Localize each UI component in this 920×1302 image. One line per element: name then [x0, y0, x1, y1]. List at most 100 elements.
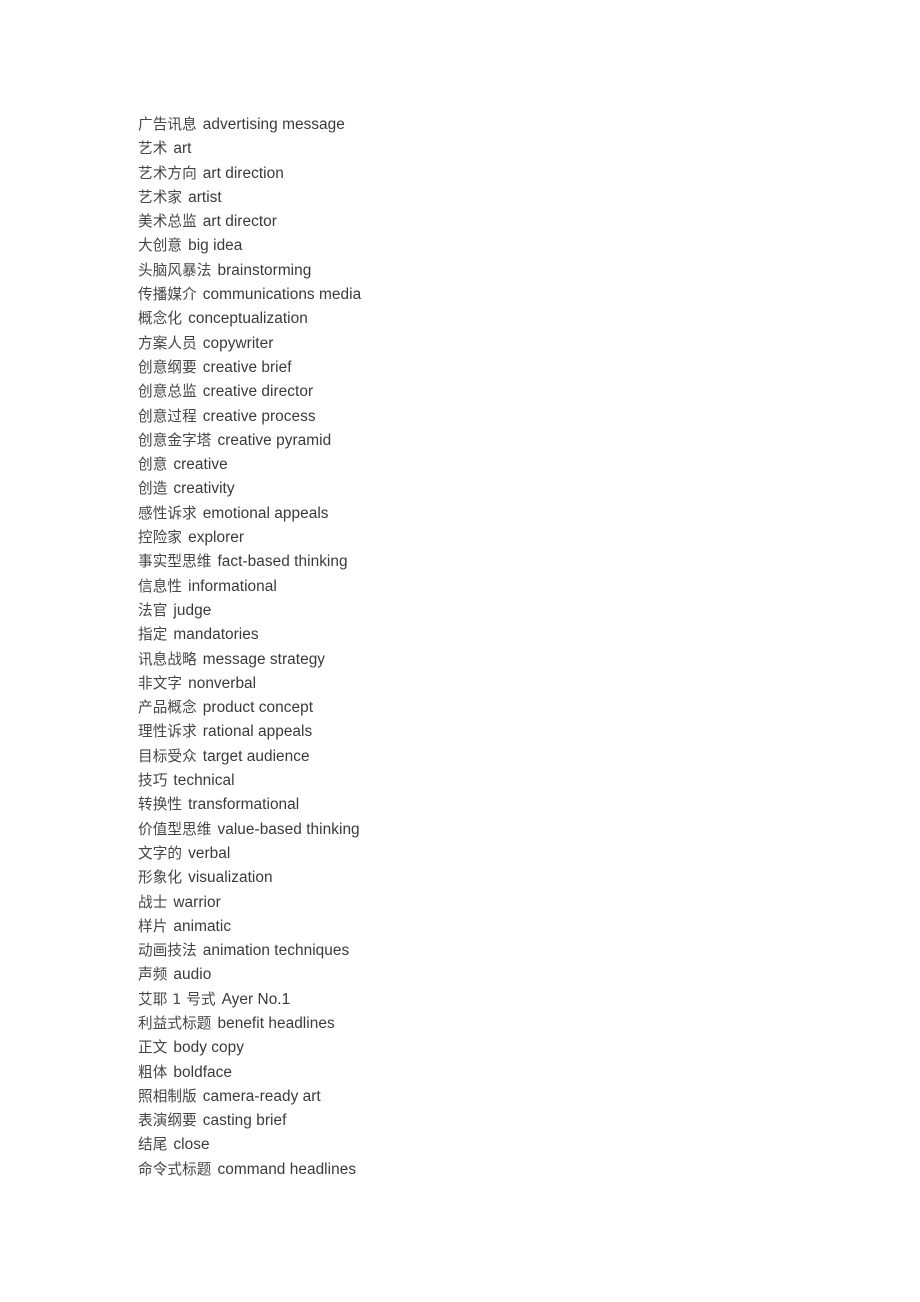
glossary-term-english: advertising message [202, 116, 345, 133]
glossary-entry: 结尾 close [138, 1133, 878, 1157]
glossary-entry: 头脑风暴法 brainstorming [138, 259, 878, 283]
glossary-term-chinese: 创造 [138, 480, 168, 498]
glossary-term-chinese: 目标受众 [138, 747, 197, 765]
glossary-term-english: command headlines [217, 1160, 357, 1178]
glossary-term-chinese: 传播媒介 [138, 286, 197, 304]
glossary-entry: 利益式标题 benefit headlines [138, 1012, 878, 1036]
glossary-term-english: explorer [188, 529, 245, 547]
glossary-term-english: fact-based thinking [217, 553, 348, 571]
glossary-term-chinese: 技巧 [138, 772, 168, 790]
glossary-entry: 价值型思维 value-based thinking [138, 818, 878, 842]
glossary-term-english: boldface [173, 1063, 232, 1081]
glossary-term-english: nonverbal [188, 674, 257, 692]
glossary-term-chinese: 信息性 [138, 577, 183, 595]
document-page: 广告讯息 advertising message 艺术 art 艺术方向 art dire… [0, 0, 920, 1302]
glossary-term-chinese: 讯息战略 [138, 650, 197, 668]
glossary-term-chinese: 艺术方向 [138, 164, 197, 182]
glossary-term-english: body copy [173, 1039, 245, 1057]
glossary-term-english: creative brief [202, 358, 292, 376]
glossary-term-chinese: 艺术家 [138, 188, 183, 206]
glossary-entry: 非文字 nonverbal [138, 672, 878, 696]
glossary-entry: 命令式标题 command headlines [138, 1158, 878, 1182]
glossary-term-english: communications media [202, 286, 362, 304]
glossary-term-chinese: 粗体 [138, 1063, 168, 1081]
glossary-term-chinese: 创意 [138, 456, 168, 474]
glossary-entry: 转换性 transformational [138, 793, 878, 817]
glossary-term-english: creative pyramid [217, 431, 332, 449]
glossary-entry: 动画技法 animation techniques [138, 939, 878, 963]
glossary-term-english: judge [173, 601, 212, 619]
glossary-term-english: animatic [173, 917, 232, 935]
glossary-term-english: product concept [202, 699, 314, 717]
glossary-term-chinese: 创意总监 [138, 383, 197, 401]
glossary-entry: 创造 creativity [138, 477, 878, 501]
glossary-entry: 照相制版 camera-ready art [138, 1085, 878, 1109]
glossary-term-english: benefit headlines [217, 1014, 335, 1032]
glossary-entry: 事实型思维 fact-based thinking [138, 550, 878, 574]
glossary-term-chinese: 正文 [138, 1039, 168, 1057]
glossary-entry: 创意金字塔 creative pyramid [138, 429, 878, 453]
glossary-term-chinese: 形象化 [138, 869, 183, 887]
glossary-term-chinese: 法官 [138, 601, 168, 619]
glossary-term-english: emotional appeals [202, 504, 329, 522]
glossary-term-english: big idea [188, 237, 243, 255]
glossary-entry: 产品概念 product concept [138, 696, 878, 720]
glossary-entry: 声频 audio [138, 963, 878, 987]
glossary-term-chinese: 美术总监 [138, 213, 197, 231]
glossary-term-english: informational [188, 577, 277, 595]
glossary-entry: 广告讯息 advertising message [138, 113, 878, 137]
glossary-term-english: brainstorming [217, 261, 312, 279]
glossary-term-english: creative [173, 456, 228, 474]
glossary-term-chinese: 头脑风暴法 [138, 261, 212, 279]
glossary-term-english: conceptualization [188, 310, 308, 328]
glossary-term-english: art director [202, 213, 277, 231]
glossary-entry: 创意 creative [138, 453, 878, 477]
glossary-term-english: creative process [202, 407, 316, 425]
glossary-term-chinese: 指定 [138, 626, 168, 644]
glossary-term-chinese: 战士 [138, 893, 168, 911]
glossary-entry: 控险家 explorer [138, 526, 878, 550]
glossary-entry: 正文 body copy [138, 1036, 878, 1060]
glossary-entry: 讯息战略 message strategy [138, 648, 878, 672]
glossary-term-chinese: 样片 [138, 917, 168, 935]
glossary-term-english: verbal [188, 844, 231, 862]
glossary-term-english: casting brief [202, 1112, 287, 1130]
glossary-entry: 概念化 conceptualization [138, 307, 878, 331]
glossary-term-chinese: 声频 [138, 966, 168, 984]
glossary-term-english: transformational [188, 796, 300, 814]
glossary-entry: 法官 judge [138, 599, 878, 623]
glossary-term-english: creative director [202, 383, 314, 401]
glossary-entry: 样片 animatic [138, 915, 878, 939]
glossary-entry: 目标受众 target audience [138, 745, 878, 769]
glossary-term-chinese: 产品概念 [138, 699, 197, 717]
glossary-term-english: visualization [188, 869, 273, 887]
glossary-term-chinese: 照相制版 [138, 1087, 197, 1105]
glossary-term-chinese: 结尾 [138, 1136, 168, 1154]
glossary-entry: 传播媒介 communications media [138, 283, 878, 307]
glossary-term-chinese: 价值型思维 [138, 820, 212, 838]
glossary-term-chinese: 利益式标题 [138, 1014, 212, 1032]
glossary-entry: 文字的 verbal [138, 842, 878, 866]
glossary-term-english: creativity [173, 480, 235, 498]
glossary-term-chinese: 艺术 [138, 140, 168, 158]
glossary-term-chinese: 创意过程 [138, 407, 197, 425]
glossary-term-chinese: 转换性 [138, 796, 183, 814]
glossary-term-chinese: 感性诉求 [138, 504, 197, 522]
glossary-entry: 艺术家 artist [138, 186, 878, 210]
glossary-term-chinese: 大创意 [138, 237, 183, 255]
glossary-term-english: copywriter [202, 334, 274, 352]
glossary-term-chinese: 文字的 [138, 844, 183, 862]
glossary-term-english: value-based thinking [217, 820, 360, 838]
glossary-entry: 创意纲要 creative brief [138, 356, 878, 380]
glossary-term-chinese: 表演纲要 [138, 1112, 197, 1130]
glossary-term-chinese: 创意纲要 [138, 358, 197, 376]
glossary-term-english: art direction [202, 164, 284, 182]
glossary-term-chinese: 广告讯息 [138, 116, 197, 133]
glossary-term-english: warrior [173, 893, 221, 911]
glossary-entry: 战士 warrior [138, 891, 878, 915]
glossary-term-chinese: 理性诉求 [138, 723, 197, 741]
glossary-term-english: technical [173, 772, 235, 790]
glossary-term-chinese: 动画技法 [138, 942, 197, 960]
glossary-term-chinese: 艾耶 1 号式 [138, 990, 216, 1008]
glossary-entry: 艾耶 1 号式 Ayer No.1 [138, 988, 878, 1012]
